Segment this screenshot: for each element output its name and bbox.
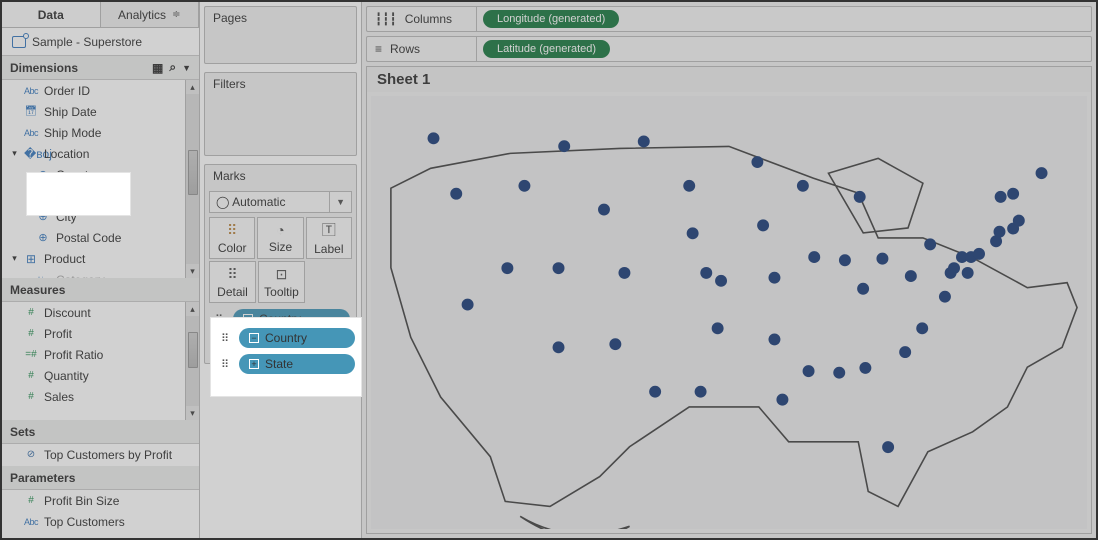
collapse-icon[interactable]: − [243, 314, 253, 324]
scrollbar[interactable]: ▴ ▾ [185, 80, 199, 278]
marks-tooltip[interactable]: ⊡Tooltip [258, 261, 305, 303]
marks-size[interactable]: ◔Size [257, 217, 303, 259]
tab-analytics[interactable]: Analytics≑ [101, 2, 200, 27]
scrollbar[interactable]: ▴ ▾ [185, 302, 199, 420]
map-viz[interactable] [371, 96, 1087, 529]
sheet-view: Sheet 1 [366, 66, 1092, 534]
pill-state[interactable]: ⠿ +State [211, 335, 350, 355]
columns-icon: ┇┇┇ [375, 12, 397, 26]
tooltip-icon: ⊡ [276, 266, 288, 283]
filters-shelf[interactable]: Filters [204, 72, 357, 156]
detail-icon: ⠿ [211, 313, 227, 326]
sheet-title[interactable]: Sheet 1 [367, 67, 1091, 92]
pages-shelf[interactable]: Pages [204, 6, 357, 64]
datasource-row[interactable]: Sample - Superstore [2, 28, 199, 56]
detail-icon: ⠿ [227, 266, 237, 283]
pill-country[interactable]: ⠿ −Country [211, 309, 350, 329]
parameters-header[interactable]: Parameters [2, 466, 199, 490]
set-icon: ⊘ [24, 449, 38, 460]
marks-label[interactable]: 🅃︎Label [306, 217, 352, 259]
dim-state[interactable]: ⊕State [2, 185, 199, 206]
pill-latitude[interactable]: Latitude (generated) [483, 40, 610, 58]
rows-shelf[interactable]: ≡Rows Latitude (generated) [366, 36, 1092, 62]
dim-country[interactable]: ⊕Country [2, 164, 199, 185]
map-svg [371, 96, 1087, 529]
globe-icon: ⊕ [36, 168, 50, 181]
detail-icon: ⠿ [211, 339, 227, 352]
color-icon: ⠿ [227, 222, 237, 239]
rows-icon: ≡ [375, 42, 382, 56]
measures-list: #Discount #Profit =#Profit Ratio #Quanti… [2, 302, 199, 420]
size-icon: ◔ [276, 222, 284, 238]
data-pane: Data Analytics≑ Sample - Superstore Dime… [2, 2, 200, 538]
search-icon[interactable]: ⌕ [169, 60, 176, 75]
pill-longitude[interactable]: Longitude (generated) [483, 10, 619, 28]
view-mode-icon[interactable]: ▦ [152, 61, 163, 75]
measures-header[interactable]: Measures [2, 278, 199, 302]
hierarchy-icon: �вој [24, 147, 38, 161]
shelf-column: Pages Filters Marks ◯ Automatic▼ ⠿Color … [200, 2, 362, 538]
tab-data[interactable]: Data [2, 2, 101, 27]
menu-caret-icon[interactable]: ▼ [182, 63, 191, 73]
datasource-icon [12, 36, 26, 48]
dimensions-list: AbcOrder ID 📅︎Ship Date AbcShip Mode ▾�в… [2, 80, 199, 278]
marks-color[interactable]: ⠿Color [209, 217, 255, 259]
worksheet-area: ┇┇┇Columns Longitude (generated) ≡Rows L… [362, 2, 1096, 538]
map-outline [391, 146, 1077, 529]
sets-header[interactable]: Sets [2, 420, 199, 444]
calendar-icon: 📅︎ [24, 106, 38, 117]
marks-detail[interactable]: ⠿Detail [209, 261, 256, 303]
data-points [428, 132, 1048, 453]
columns-shelf[interactable]: ┇┇┇Columns Longitude (generated) [366, 6, 1092, 32]
marks-card: Marks ◯ Automatic▼ ⠿Color ◔Size 🅃︎Label … [204, 164, 357, 364]
expand-icon[interactable]: + [243, 340, 253, 350]
app-frame: ⠿ −Country ⠿ +State Data Analytics≑ Samp… [0, 0, 1098, 540]
globe-icon: ⊕ [36, 189, 50, 202]
label-icon: 🅃︎ [322, 220, 336, 240]
dimensions-header[interactable]: Dimensions ▦⌕▼ [2, 56, 199, 80]
mark-type-select[interactable]: ◯ Automatic▼ [209, 191, 352, 213]
